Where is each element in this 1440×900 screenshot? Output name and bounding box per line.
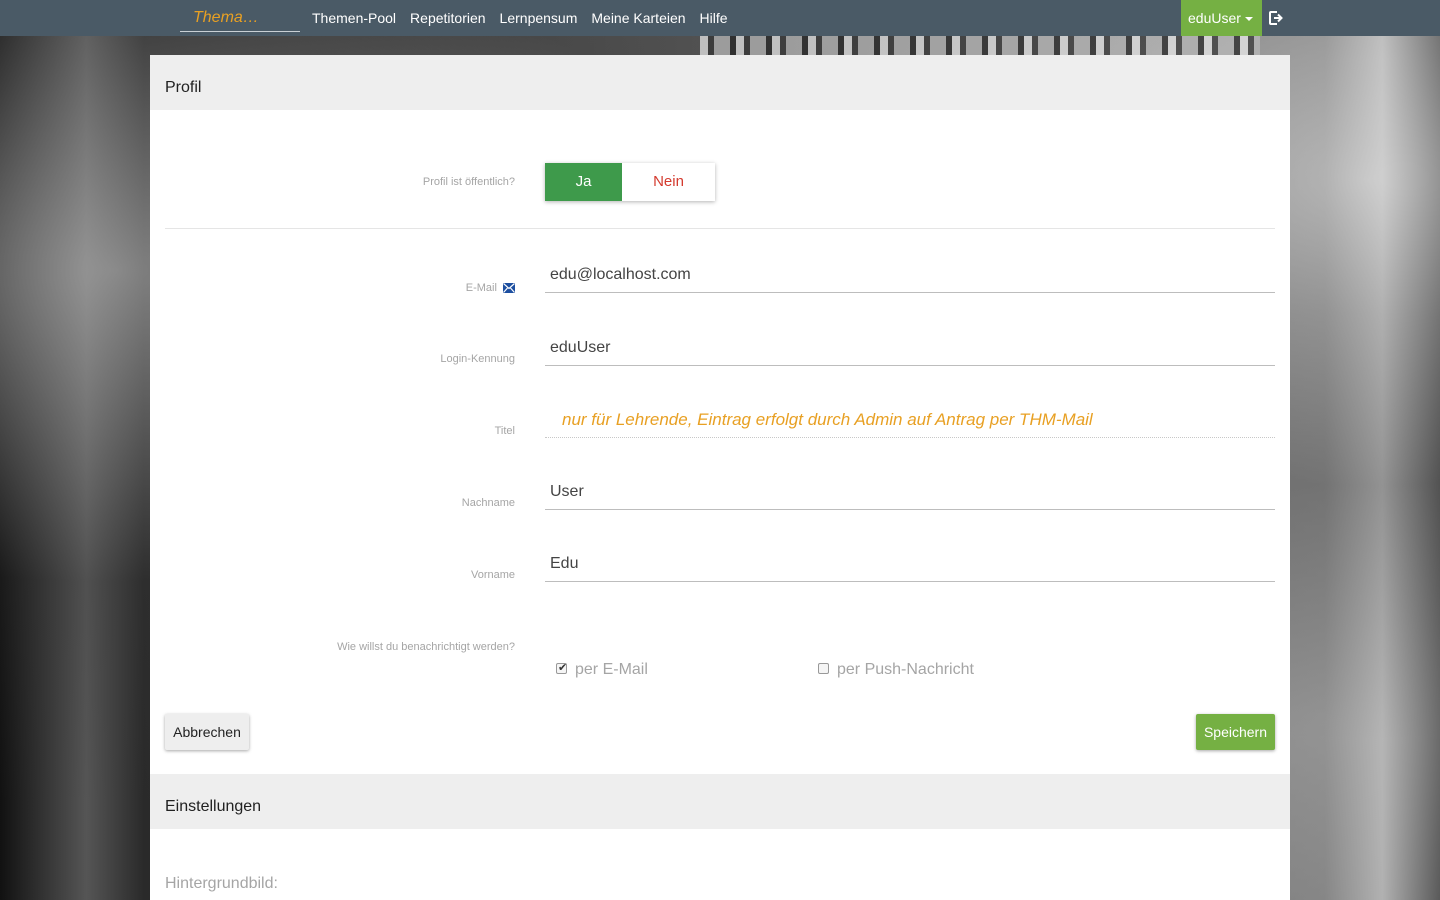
title-note: nur für Lehrende, Eintrag erfolgt durch …: [562, 410, 1093, 429]
lastname-label: Nachname: [461, 497, 515, 509]
email-label: E-Mail: [150, 282, 515, 294]
profile-panel: Profil Profil ist öffentlich? Ja Nein E-…: [150, 55, 1290, 900]
firstname-label: Vorname: [470, 569, 515, 581]
nav-link-lernpensum[interactable]: Lernpensum: [500, 0, 578, 36]
email-label-text: E-Mail: [465, 282, 497, 294]
save-button[interactable]: Speichern: [1196, 714, 1275, 750]
public-profile-label: Profil ist öffentlich?: [422, 176, 515, 188]
background-image-label: Hintergrundbild:: [165, 875, 278, 892]
top-navbar: Thema… Themen-Pool Repetitorien Lernpens…: [0, 0, 1440, 36]
nav-links: Themen-Pool Repetitorien Lernpensum Mein…: [312, 0, 742, 36]
topic-search-input[interactable]: Thema…: [180, 4, 300, 32]
title-label: Titel: [494, 425, 515, 437]
login-label: Login-Kennung: [440, 353, 515, 365]
background-image-detail: [700, 36, 1260, 56]
envelope-icon: [503, 283, 515, 293]
login-field[interactable]: eduUser: [545, 330, 1275, 366]
notify-push-checkbox[interactable]: [818, 663, 829, 674]
firstname-field[interactable]: Edu: [545, 546, 1275, 582]
lastname-field[interactable]: User: [545, 474, 1275, 510]
notify-email-label: per E-Mail: [575, 661, 648, 678]
email-field[interactable]: edu@localhost.com: [545, 257, 1275, 293]
nav-link-hilfe[interactable]: Hilfe: [700, 0, 728, 36]
settings-heading: Einstellungen: [150, 774, 1290, 829]
notify-email-option[interactable]: per E-Mail: [556, 659, 648, 681]
public-profile-toggle: Ja Nein: [545, 163, 715, 201]
notify-email-checkbox[interactable]: [556, 659, 567, 677]
nav-link-themen-pool[interactable]: Themen-Pool: [312, 0, 396, 36]
cancel-button[interactable]: Abbrechen: [165, 714, 249, 750]
user-menu-label: eduUser: [1188, 10, 1241, 26]
notify-push-label: per Push-Nachricht: [837, 661, 974, 678]
profile-heading: Profil: [150, 55, 1290, 110]
notify-label: Wie willst du benachrichtigt werden?: [337, 641, 515, 653]
title-field: nur für Lehrende, Eintrag erfolgt durch …: [545, 402, 1275, 438]
logout-icon[interactable]: [1268, 10, 1284, 26]
divider: [165, 228, 1275, 229]
public-no-button[interactable]: Nein: [622, 163, 715, 201]
caret-down-icon: [1244, 17, 1253, 22]
nav-link-meine-karteien[interactable]: Meine Karteien: [591, 0, 685, 36]
user-menu-button[interactable]: eduUser: [1181, 0, 1262, 36]
public-yes-button[interactable]: Ja: [545, 163, 622, 201]
notify-push-option[interactable]: per Push-Nachricht: [818, 661, 974, 681]
nav-link-repetitorien[interactable]: Repetitorien: [410, 0, 486, 36]
